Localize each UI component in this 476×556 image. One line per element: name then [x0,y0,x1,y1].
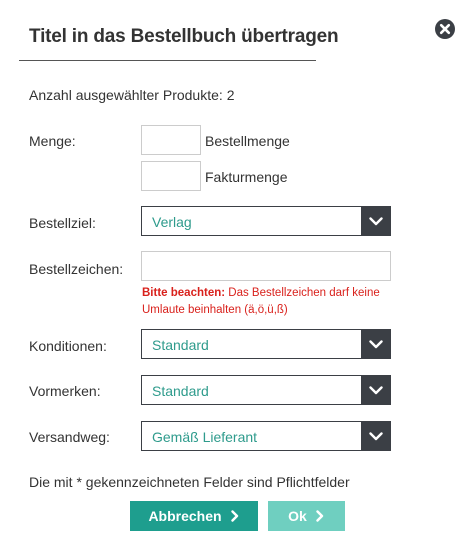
chevron-right-icon [315,502,325,532]
versandweg-select[interactable]: Gemäß Lieferant [141,421,391,451]
bestellziel-label: Bestellziel: [29,215,96,231]
bestellzeichen-input[interactable] [141,251,391,281]
selected-count-label: Anzahl ausgewählter Produkte: [29,87,223,103]
bestellzeichen-hint: Bitte beachten: Das Bestellzeichen darf … [142,285,396,319]
close-button[interactable] [435,19,455,39]
cancel-button-label: Abbrechen [148,508,222,524]
versandweg-value: Gemäß Lieferant [152,429,258,445]
bestellziel-select[interactable]: Verlag [141,206,391,236]
versandweg-label: Versandweg: [29,429,110,445]
chevron-right-icon [230,502,240,532]
chevron-down-icon [369,217,383,226]
cancel-button[interactable]: Abbrechen [130,501,258,531]
ok-button-label: Ok [288,508,307,524]
vormerken-select[interactable]: Standard [141,375,391,405]
konditionen-dropdown-toggle[interactable] [361,329,391,359]
required-fields-note: Die mit * gekennzeichneten Felder sind P… [29,474,350,490]
bestellmenge-label: Bestellmenge [205,133,290,149]
bestellzeichen-label: Bestellzeichen: [29,261,124,277]
title-divider [19,60,316,61]
selected-count-value: 2 [226,87,235,103]
chevron-down-icon [369,432,383,441]
bestellziel-dropdown-toggle[interactable] [361,206,391,236]
konditionen-label: Konditionen: [29,338,107,354]
bestellziel-value: Verlag [152,214,192,230]
fakturmenge-label: Fakturmenge [205,169,288,185]
konditionen-select[interactable]: Standard [141,329,391,359]
konditionen-value: Standard [152,337,209,353]
fakturmenge-input[interactable] [141,161,201,191]
versandweg-dropdown-toggle[interactable] [361,421,391,451]
vormerken-dropdown-toggle[interactable] [361,375,391,405]
vormerken-label: Vormerken: [29,383,101,399]
chevron-down-icon [369,386,383,395]
chevron-down-icon [369,340,383,349]
bestellmenge-input[interactable] [141,125,201,155]
ok-button[interactable]: Ok [268,501,345,531]
dialog-title: Titel in das Bestellbuch übertragen [29,26,339,47]
vormerken-value: Standard [152,383,209,399]
menge-label: Menge: [29,133,76,149]
close-icon [439,23,451,35]
selected-count: Anzahl ausgewählter Produkte: 2 [29,87,234,103]
transfer-dialog: Titel in das Bestellbuch übertragen Anza… [0,0,476,556]
hint-strong: Bitte beachten: [142,287,226,299]
